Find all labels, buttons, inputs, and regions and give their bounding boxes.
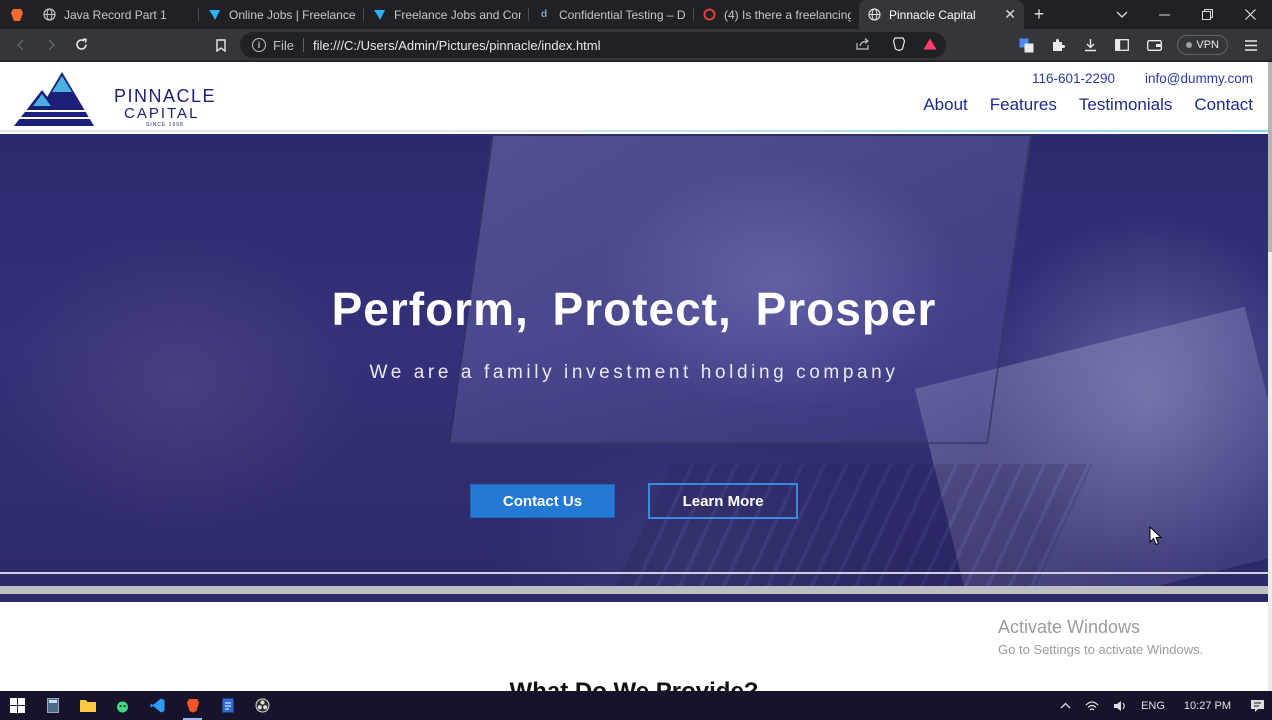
freelancer-icon [207, 8, 221, 22]
reload-icon[interactable] [66, 30, 96, 60]
pinnacle-logo[interactable]: PINNACLE CAPITAL SINCE 1998 [14, 68, 215, 128]
nav-contact[interactable]: Contact [1194, 95, 1253, 115]
activate-windows-watermark: Activate Windows Go to Settings to activ… [998, 617, 1203, 657]
hero-subtitle: We are a family investment holding compa… [369, 362, 899, 383]
url-text[interactable]: file:///C:/Users/Admin/Pictures/pinnacle… [313, 38, 601, 53]
freelancer-icon [372, 8, 386, 22]
file-explorer-icon[interactable] [70, 691, 105, 720]
watermark-title: Activate Windows [998, 617, 1141, 637]
dna-icon: d [540, 9, 548, 20]
contact-us-button[interactable]: Contact Us [470, 484, 615, 518]
forward-arrow-icon[interactable] [36, 30, 66, 60]
tab-pinnacle-capital[interactable]: Pinnacle Capital ✕ [859, 0, 1024, 29]
page-scrollbar[interactable] [1268, 62, 1272, 691]
logo-line-since: SINCE 1998 [146, 122, 184, 128]
restore-window-button[interactable] [1186, 0, 1229, 29]
vpn-label: VPN [1196, 39, 1219, 51]
address-bar[interactable]: i File file:///C:/Users/Admin/Pictures/p… [240, 32, 946, 58]
next-section-title: What Do We Provide? [0, 674, 1268, 691]
phone-link[interactable]: 116-601-2290 [1032, 71, 1115, 86]
hero-bottom-band [0, 594, 1268, 602]
tab-title: Online Jobs | Freelance Em [229, 7, 356, 22]
hero-divider-line [0, 572, 1268, 574]
logo-line-capital: CAPITAL [124, 105, 200, 122]
header-contact-info: 116-601-2290 info@dummy.com [1032, 71, 1253, 86]
sidebar-icon[interactable] [1107, 30, 1137, 60]
notifications-icon[interactable] [1243, 699, 1272, 713]
menu-hamburger-icon[interactable] [1236, 30, 1266, 60]
site-info-icon[interactable]: i [252, 38, 266, 52]
vscode-icon[interactable] [140, 691, 175, 720]
clock[interactable]: 10:27 PM [1172, 700, 1243, 712]
brave-shields-icon[interactable] [892, 36, 906, 54]
tab-title: (4) Is there a freelancing w [724, 7, 851, 22]
close-window-button[interactable] [1229, 0, 1272, 29]
email-link[interactable]: info@dummy.com [1145, 71, 1253, 86]
tab-search-chevron-icon[interactable] [1100, 0, 1143, 29]
share-icon[interactable] [856, 37, 870, 53]
obs-studio-icon[interactable] [245, 691, 280, 720]
android-studio-icon[interactable] [105, 691, 140, 720]
browser-toolbar: i File file:///C:/Users/Admin/Pictures/p… [0, 29, 1272, 61]
language-indicator[interactable]: ENG [1134, 700, 1172, 712]
hero-section: Perform, Protect, Prosper We are a famil… [0, 134, 1268, 602]
quora-icon [702, 8, 716, 22]
windows-taskbar: ENG 10:27 PM [0, 691, 1272, 720]
tab-java-record[interactable]: Java Record Part 1 [34, 0, 199, 29]
browser-tab-strip: Java Record Part 1 Online Jobs | Freelan… [0, 0, 1272, 29]
network-icon[interactable] [1078, 700, 1106, 712]
brave-browser-taskbar-icon[interactable] [175, 691, 210, 720]
bookmark-icon[interactable] [206, 30, 236, 60]
learn-more-button[interactable]: Learn More [648, 483, 798, 519]
translate-icon[interactable] [1011, 30, 1041, 60]
brave-rewards-icon[interactable] [923, 38, 937, 53]
site-header: PINNACLE CAPITAL SINCE 1998 116-601-2290… [0, 62, 1268, 132]
logo-line-pinnacle: PINNACLE [114, 86, 217, 106]
tab-title: Freelance Jobs and Conte [394, 7, 521, 22]
web-page: PINNACLE CAPITAL SINCE 1998 116-601-2290… [0, 62, 1268, 691]
watermark-subtitle: Go to Settings to activate Windows. [998, 642, 1204, 657]
close-tab-icon[interactable]: ✕ [1004, 6, 1016, 23]
tab-confidential-testing[interactable]: d Confidential Testing – DNA [529, 0, 694, 29]
new-tab-button[interactable]: + [1024, 0, 1054, 29]
hero-divider-band [0, 586, 1268, 594]
tab-freelance-jobs[interactable]: Freelance Jobs and Conte [364, 0, 529, 29]
pinnacle-mountain-icon [14, 72, 94, 126]
volume-icon[interactable] [1106, 700, 1134, 712]
vpn-status-dot [1186, 42, 1193, 48]
hero-title: Perform, Protect, Prosper [331, 283, 937, 335]
notepad-icon[interactable] [210, 691, 245, 720]
tab-title: Java Record Part 1 [64, 7, 167, 22]
extensions-puzzle-icon[interactable] [1043, 30, 1073, 60]
wallet-icon[interactable] [1139, 30, 1169, 60]
system-tray: ENG 10:27 PM [1053, 691, 1272, 720]
url-scheme-label: File [273, 37, 294, 53]
windows-start-icon[interactable] [0, 691, 35, 720]
main-navigation: About Features Testimonials Contact [923, 95, 1253, 115]
back-arrow-icon[interactable] [6, 30, 36, 60]
tab-online-jobs[interactable]: Online Jobs | Freelance Em [199, 0, 364, 29]
logo-wordmark: PINNACLE CAPITAL SINCE 1998 [114, 86, 216, 129]
tab-quora[interactable]: (4) Is there a freelancing w [694, 0, 859, 29]
tab-title: Confidential Testing – DNA [559, 7, 686, 22]
vpn-button[interactable]: VPN [1177, 35, 1228, 55]
mouse-cursor-icon [1149, 526, 1163, 546]
downloads-icon[interactable] [1075, 30, 1105, 60]
tab-title: Pinnacle Capital [889, 7, 976, 22]
minimize-window-button[interactable] [1143, 0, 1186, 29]
tray-overflow-chevron-icon[interactable] [1053, 702, 1078, 709]
globe-icon [42, 8, 56, 22]
scrollbar-thumb[interactable] [1268, 62, 1272, 252]
globe-icon [867, 8, 881, 22]
nav-features[interactable]: Features [990, 95, 1057, 115]
calculator-icon[interactable] [35, 691, 70, 720]
nav-about[interactable]: About [923, 95, 967, 115]
nav-testimonials[interactable]: Testimonials [1079, 95, 1173, 115]
brave-lion-icon[interactable] [0, 0, 34, 29]
